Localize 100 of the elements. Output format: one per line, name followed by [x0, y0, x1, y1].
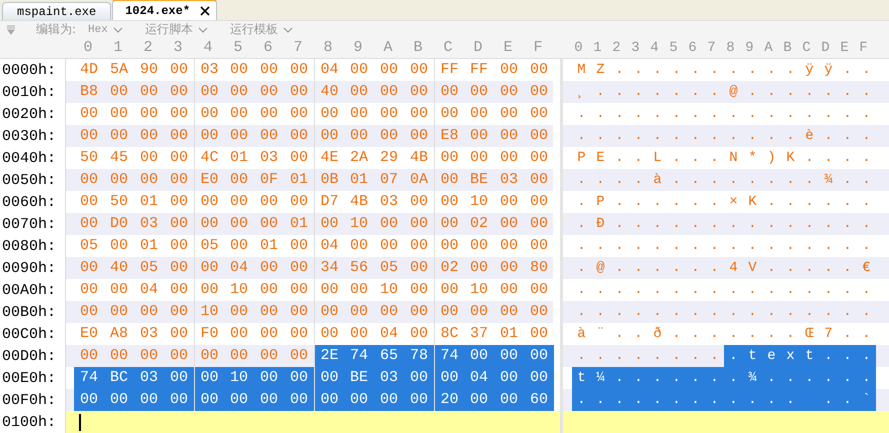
hex-byte: 00	[470, 391, 488, 408]
ascii-char: ¨	[596, 326, 605, 342]
row-offset: 00D0h:	[1, 348, 58, 364]
hex-byte: 10	[230, 369, 248, 386]
hex-byte: 00	[110, 281, 128, 298]
ascii-char: .	[843, 392, 852, 408]
ascii-char: N	[729, 150, 738, 166]
ascii-char: .	[615, 282, 624, 298]
column-header: 3	[630, 39, 641, 58]
ascii-char: .	[862, 348, 871, 364]
ascii-char: L	[653, 150, 662, 166]
ascii-char: *	[748, 150, 757, 166]
ascii-char: .	[653, 304, 662, 320]
hex-byte: E8	[440, 127, 458, 144]
column-header: 1	[112, 38, 124, 58]
ascii-char: ¼	[596, 370, 605, 386]
ascii-char: .	[843, 150, 852, 166]
ascii-char: .	[672, 172, 681, 188]
file-tab[interactable]: mspaint.exe	[2, 2, 112, 20]
ascii-char: .	[843, 128, 852, 144]
hex-byte: 00	[80, 259, 98, 276]
ascii-char: .	[672, 282, 681, 298]
ascii-char: .	[634, 326, 643, 342]
ascii-char: .	[691, 62, 700, 78]
ascii-char: .	[786, 62, 795, 78]
hex-byte: BE	[350, 369, 368, 386]
hex-byte: 00	[530, 325, 548, 342]
ascii-char: .	[786, 128, 795, 144]
ascii-char: .	[634, 238, 643, 254]
ascii-char: ¾	[824, 172, 833, 188]
row-offset: 0100h:	[1, 414, 58, 430]
hex-byte: 00	[410, 105, 428, 122]
edit-as-dropdown[interactable]: Hex	[82, 24, 123, 36]
file-tab[interactable]: 1024.exe*	[112, 0, 218, 20]
ascii-char: .	[653, 282, 662, 298]
ascii-char: .	[710, 216, 719, 232]
hex-byte: 00	[200, 347, 218, 364]
hex-byte: 04	[380, 325, 398, 342]
ascii-char: .	[729, 238, 738, 254]
hex-byte: 00	[140, 127, 158, 144]
ascii-char: .	[710, 260, 719, 276]
hex-byte: 00	[230, 391, 248, 408]
hex-byte: 00	[500, 237, 518, 254]
ascii-char: .	[691, 128, 700, 144]
ascii-char: .	[672, 216, 681, 232]
ascii-char: .	[767, 216, 776, 232]
ascii-char: 7	[824, 326, 833, 342]
ascii-char: ¾	[748, 370, 757, 386]
hex-byte: 00	[170, 369, 188, 386]
hex-byte: 03	[140, 215, 158, 232]
ascii-char: Z	[596, 62, 605, 78]
ascii-char: .	[577, 348, 586, 364]
hex-byte: 00	[350, 391, 368, 408]
hex-byte: 00	[320, 325, 338, 342]
ascii-char: .	[862, 216, 871, 232]
hex-byte: 00	[350, 83, 368, 100]
hex-byte: 50	[80, 149, 98, 166]
hex-byte: 00	[350, 237, 368, 254]
ascii-char: .	[824, 106, 833, 122]
hex-byte: 00	[140, 347, 158, 364]
hex-byte: 00	[530, 171, 548, 188]
hex-byte: 00	[170, 61, 188, 78]
ascii-char: .	[634, 84, 643, 100]
ascii-char: .	[824, 238, 833, 254]
ascii-char: .	[805, 370, 814, 386]
ascii-char: e	[767, 348, 776, 364]
ascii-char: .	[786, 304, 795, 320]
hex-byte: 00	[230, 171, 248, 188]
ascii-char: .	[843, 304, 852, 320]
ascii-char: .	[691, 326, 700, 342]
ascii-char: .	[653, 370, 662, 386]
close-icon[interactable]	[200, 6, 210, 16]
hex-byte: 00	[200, 369, 218, 386]
ascii-char: .	[767, 326, 776, 342]
hex-byte: 00	[230, 215, 248, 232]
row-offset: 0030h:	[1, 128, 58, 144]
hex-byte: 60	[530, 391, 548, 408]
hex-byte: 01	[140, 193, 158, 210]
hex-byte: 00	[380, 391, 398, 408]
hex-byte: 4C	[200, 149, 218, 166]
toolbar-menu[interactable]: 运行脚本	[144, 21, 208, 38]
column-header: 2	[611, 39, 622, 58]
hex-byte: 00	[500, 105, 518, 122]
hex-byte: 03	[140, 369, 158, 386]
ascii-char: .	[672, 348, 681, 364]
hex-byte: 00	[320, 369, 338, 386]
ascii-char: .	[653, 216, 662, 232]
hex-byte: 00	[230, 105, 248, 122]
ascii-char: .	[862, 150, 871, 166]
ascii-char: .	[577, 172, 586, 188]
ascii-char: .	[729, 62, 738, 78]
hex-byte: 00	[530, 237, 548, 254]
column-header: 6	[262, 38, 274, 58]
ascii-char: .	[786, 194, 795, 210]
toolbar-menu[interactable]: 运行模板	[230, 21, 293, 38]
hex-byte: BC	[110, 369, 128, 386]
ascii-char: .	[862, 282, 871, 298]
ascii-char: .	[824, 392, 833, 408]
ascii-char: .	[824, 194, 833, 210]
hex-byte: 00	[500, 281, 518, 298]
